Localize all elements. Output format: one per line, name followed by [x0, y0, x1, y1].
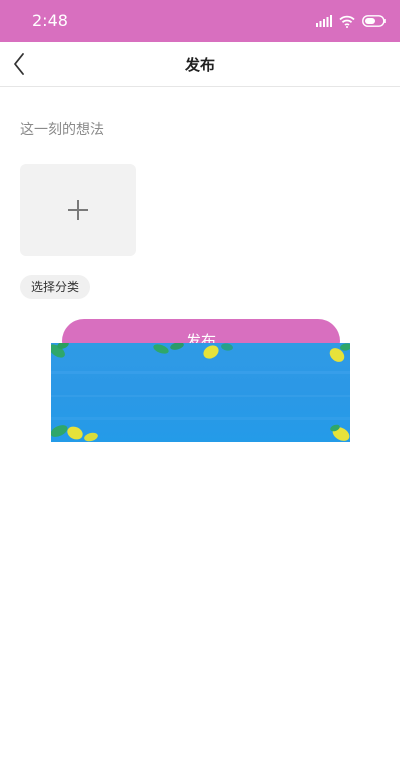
plus-icon	[68, 200, 88, 220]
wifi-icon	[339, 15, 355, 28]
page-title: 发布	[184, 56, 215, 74]
category-select[interactable]: 选择分类	[20, 275, 91, 299]
status-time: 2:48	[32, 11, 68, 30]
signal-icon	[316, 15, 332, 27]
thoughts-input[interactable]	[20, 116, 380, 144]
battery-icon	[362, 15, 386, 27]
leaf-icon	[51, 343, 350, 442]
add-image-button[interactable]	[20, 164, 136, 256]
ad-banner[interactable]	[51, 343, 350, 442]
status-bar: 2:48	[0, 0, 400, 42]
navbar: 发布	[0, 42, 400, 87]
status-icons	[316, 12, 386, 30]
